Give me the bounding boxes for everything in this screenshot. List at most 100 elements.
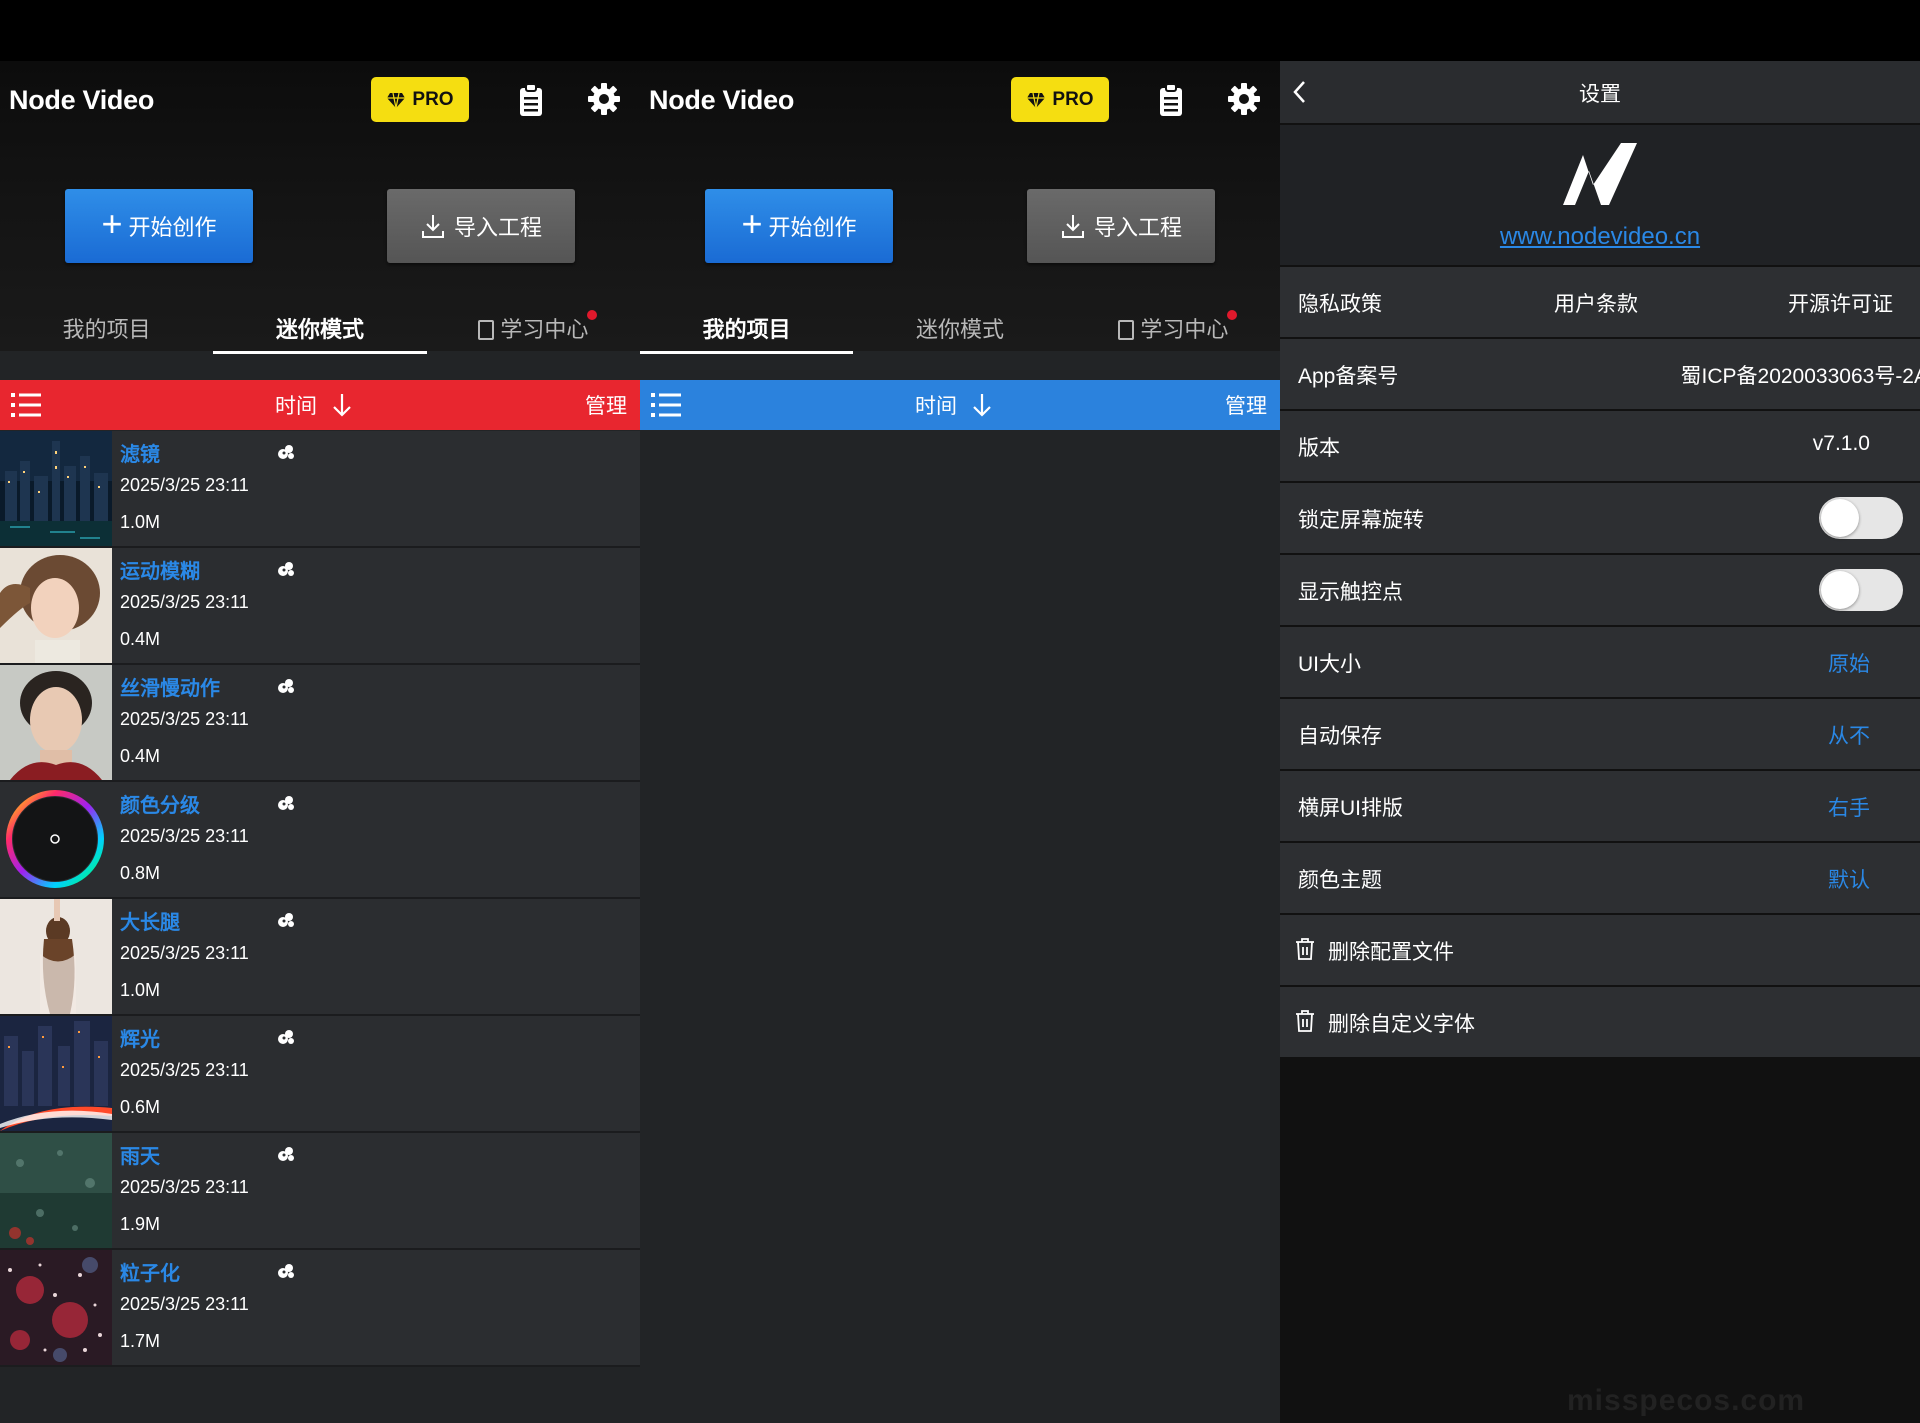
project-name: 滤镜 [120,444,160,466]
arrow-down-icon [333,394,351,417]
project-thumbnail[interactable] [0,899,112,1014]
effect-icon [276,443,296,461]
project-thumbnail[interactable] [0,1016,112,1131]
project-list-item[interactable]: 运动模糊 2025/3/25 23:11 0.4M [0,548,640,665]
project-thumbnail[interactable] [0,431,112,546]
effect-icon [276,560,296,578]
settings-header: 设置 [1280,61,1920,123]
sort-label: 时间 [915,395,957,418]
project-name: 运动模糊 [120,561,200,583]
tab-learning-center[interactable]: 学习中心 [427,301,640,357]
notification-dot [586,310,597,320]
project-list: 滤镜 2025/3/25 23:11 1.0M 运动模糊 2025/3/25 23:11… [0,431,640,1367]
delete-fonts-row[interactable]: 删除自定义字体 [1280,987,1920,1057]
project-list-item[interactable]: 雨天 2025/3/25 23:11 1.9M [0,1133,640,1250]
project-thumbnail[interactable] [0,1250,112,1365]
watermark-text: misspecos.com [1567,1384,1806,1417]
effect-icon [276,911,296,929]
website-link[interactable]: www.nodevideo.cn [1280,223,1920,251]
user-terms-link[interactable]: 用户条款 [1554,288,1638,318]
start-create-button[interactable]: + 开始创作 [705,189,893,263]
import-project-button[interactable]: 导入工程 [1027,189,1215,263]
start-create-label: 开始创作 [128,215,217,240]
show-touch-toggle[interactable] [1819,569,1903,611]
project-date: 2025/3/25 23:11 [120,1177,249,1197]
lock-rotation-toggle[interactable] [1819,497,1903,539]
sort-label: 时间 [275,395,317,418]
status-bar-area [0,0,1920,61]
project-date: 2025/3/25 23:11 [120,826,249,846]
icp-row: App备案号 蜀ICP备2020033063号-2A [1280,339,1920,409]
project-list-item[interactable]: 丝滑慢动作 2025/3/25 23:11 0.4M [0,665,640,782]
project-list-item[interactable]: 辉光 2025/3/25 23:11 0.6M [0,1016,640,1133]
project-thumbnail[interactable] [0,782,112,897]
project-name: 粒子化 [120,1263,180,1285]
tab-my-projects[interactable]: 我的项目 [0,301,213,357]
effect-icon [276,1145,296,1163]
autosave-row[interactable]: 自动保存 从不 [1280,699,1920,769]
ui-size-value[interactable]: 原始 [1828,648,1870,678]
landscape-layout-value[interactable]: 右手 [1828,792,1870,822]
version-row: 版本 v7.1.0 [1280,411,1920,481]
delete-config-row[interactable]: 删除配置文件 [1280,915,1920,985]
landscape-layout-label: 横屏UI排版 [1298,797,1403,820]
effect-icon [276,1028,296,1046]
ui-size-row[interactable]: UI大小 原始 [1280,627,1920,697]
sort-bar: 时间 管理 [0,380,640,430]
project-date: 2025/3/25 23:11 [120,1294,249,1314]
project-list-item[interactable]: 大长腿 2025/3/25 23:11 1.0M [0,899,640,1016]
project-list-item[interactable]: 颜色分级 2025/3/25 23:11 0.8M [0,782,640,899]
pro-button[interactable]: PRO [371,77,469,122]
project-list-item[interactable]: 滤镜 2025/3/25 23:11 1.0M [0,431,640,548]
notification-dot [1226,310,1237,320]
project-size: 0.6M [120,1097,161,1117]
import-project-button[interactable]: 导入工程 [387,189,575,263]
project-size: 0.4M [120,629,161,649]
legal-links-row: 隐私政策 用户条款 开源许可证 [1280,267,1920,337]
pro-button[interactable]: PRO [1011,77,1109,122]
pro-label: PRO [1052,88,1094,110]
gear-icon[interactable] [587,82,621,116]
project-date: 2025/3/25 23:11 [120,1060,249,1080]
tab-learning-label: 学习中心 [1140,317,1229,342]
project-size: 0.4M [120,746,161,766]
color-theme-value[interactable]: 默认 [1828,864,1870,894]
sort-by-time[interactable]: 时间 [275,390,353,420]
autosave-value[interactable]: 从不 [1828,720,1870,750]
project-thumbnail[interactable] [0,665,112,780]
start-create-button[interactable]: + 开始创作 [65,189,253,263]
icp-value: 蜀ICP备2020033063号-2A [1680,365,1920,388]
start-create-label: 开始创作 [768,215,857,240]
tab-learning-label: 学习中心 [500,317,589,342]
manage-button[interactable]: 管理 [585,390,627,420]
tab-my-projects[interactable]: 我的项目 [640,301,854,357]
clipboard-icon[interactable] [516,83,546,117]
landscape-layout-row[interactable]: 横屏UI排版 右手 [1280,771,1920,841]
tab-learning-center[interactable]: 学习中心 [1067,301,1280,357]
plus-icon: + [101,203,123,244]
tab-mini-mode[interactable]: 迷你模式 [853,301,1066,357]
project-thumbnail[interactable] [0,1133,112,1248]
delete-config-label: 删除配置文件 [1328,941,1454,964]
project-size: 1.9M [120,1214,161,1234]
project-size: 0.8M [120,863,161,883]
gear-icon[interactable] [1227,82,1261,116]
version-value: v7.1.0 [1812,432,1870,455]
manage-button[interactable]: 管理 [1225,390,1267,420]
color-theme-row[interactable]: 颜色主题 默认 [1280,843,1920,913]
sort-by-time[interactable]: 时间 [915,390,993,420]
tab-mini-mode[interactable]: 迷你模式 [213,301,427,357]
show-touch-label: 显示触控点 [1298,581,1403,604]
project-list-item[interactable]: 粒子化 2025/3/25 23:11 1.7M [0,1250,640,1367]
project-name: 颜色分级 [120,795,200,817]
app-title: Node Video [9,85,155,115]
open-source-license-link[interactable]: 开源许可证 [1788,288,1893,318]
import-project-label: 导入工程 [1093,215,1182,240]
privacy-policy-link[interactable]: 隐私政策 [1298,288,1382,318]
project-thumbnail[interactable] [0,548,112,663]
ui-size-label: UI大小 [1298,653,1361,676]
list-view-icon[interactable] [651,392,681,418]
clipboard-icon[interactable] [1156,83,1186,117]
lock-rotation-label: 锁定屏幕旋转 [1298,509,1424,532]
list-view-icon[interactable] [11,392,41,418]
